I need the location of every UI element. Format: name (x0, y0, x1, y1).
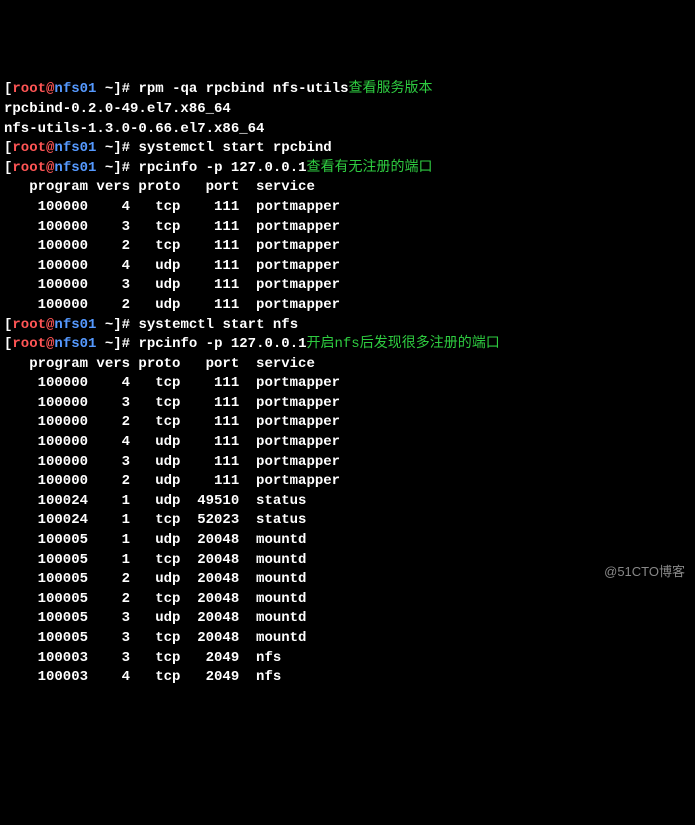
bracket-open: [ (4, 139, 12, 159)
annotation-text: 查看有无注册的端口 (307, 159, 433, 179)
rpcinfo-row: 100024 1 tcp 52023 status (4, 511, 691, 531)
rpcinfo-row: 100000 2 tcp 111 portmapper (4, 237, 691, 257)
watermark-text: @51CTO博客 (604, 563, 685, 581)
prompt-at: @ (46, 316, 54, 336)
rpcinfo-header: program vers proto port service (4, 355, 691, 375)
rpcinfo-row: 100000 4 tcp 111 portmapper (4, 374, 691, 394)
prompt-line[interactable]: [root@nfs01 ~]# rpm -qa rpcbind nfs-util… (4, 80, 691, 100)
prompt-user: root (12, 335, 46, 355)
rpcinfo-row: 100000 2 udp 111 portmapper (4, 296, 691, 316)
prompt-line[interactable]: [root@nfs01 ~]# rpcinfo -p 127.0.0.1开启nf… (4, 335, 691, 355)
bracket-open: [ (4, 80, 12, 100)
prompt-hash: # (122, 139, 139, 159)
rpcinfo-row: 100000 4 udp 111 portmapper (4, 257, 691, 277)
rpcinfo-row: 100000 4 tcp 111 portmapper (4, 198, 691, 218)
prompt-path: ~ (96, 159, 113, 179)
rpcinfo-row: 100005 3 tcp 20048 mountd (4, 629, 691, 649)
prompt-hash: # (122, 316, 139, 336)
prompt-line[interactable]: [root@nfs01 ~]# systemctl start rpcbind (4, 139, 691, 159)
prompt-path: ~ (96, 335, 113, 355)
command-text: rpm -qa rpcbind nfs-utils (138, 80, 348, 100)
rpm-output-line: nfs-utils-1.3.0-0.66.el7.x86_64 (4, 120, 691, 140)
rpcinfo-row: 100005 1 udp 20048 mountd (4, 531, 691, 551)
bracket-close: ] (113, 335, 121, 355)
command-text: rpcinfo -p 127.0.0.1 (138, 335, 306, 355)
prompt-user: root (12, 316, 46, 336)
prompt-host: nfs01 (54, 335, 96, 355)
rpm-output-line: rpcbind-0.2.0-49.el7.x86_64 (4, 100, 691, 120)
prompt-at: @ (46, 335, 54, 355)
prompt-user: root (12, 159, 46, 179)
terminal-output: [root@nfs01 ~]# rpm -qa rpcbind nfs-util… (4, 80, 691, 687)
rpcinfo-row: 100005 1 tcp 20048 mountd (4, 551, 691, 571)
prompt-at: @ (46, 80, 54, 100)
bracket-close: ] (113, 316, 121, 336)
rpcinfo-row: 100005 2 udp 20048 mountd (4, 570, 691, 590)
prompt-line[interactable]: [root@nfs01 ~]# rpcinfo -p 127.0.0.1查看有无… (4, 159, 691, 179)
prompt-user: root (12, 139, 46, 159)
bracket-open: [ (4, 159, 12, 179)
prompt-host: nfs01 (54, 139, 96, 159)
prompt-host: nfs01 (54, 80, 96, 100)
rpcinfo-header: program vers proto port service (4, 178, 691, 198)
prompt-hash: # (122, 159, 139, 179)
prompt-host: nfs01 (54, 316, 96, 336)
command-text: rpcinfo -p 127.0.0.1 (138, 159, 306, 179)
rpcinfo-row: 100003 4 tcp 2049 nfs (4, 668, 691, 688)
rpcinfo-row: 100000 3 tcp 111 portmapper (4, 218, 691, 238)
prompt-host: nfs01 (54, 159, 96, 179)
annotation-text: 查看服务版本 (349, 80, 433, 100)
bracket-close: ] (113, 159, 121, 179)
annotation-text: 开启nfs后发现很多注册的端口 (307, 335, 500, 355)
prompt-hash: # (122, 335, 139, 355)
prompt-path: ~ (96, 80, 113, 100)
prompt-at: @ (46, 159, 54, 179)
bracket-close: ] (113, 80, 121, 100)
command-text: systemctl start rpcbind (138, 139, 331, 159)
rpcinfo-row: 100003 3 tcp 2049 nfs (4, 649, 691, 669)
rpcinfo-row: 100000 2 udp 111 portmapper (4, 472, 691, 492)
rpcinfo-row: 100000 4 udp 111 portmapper (4, 433, 691, 453)
command-text: systemctl start nfs (138, 316, 298, 336)
prompt-at: @ (46, 139, 54, 159)
rpcinfo-row: 100005 3 udp 20048 mountd (4, 609, 691, 629)
prompt-path: ~ (96, 139, 113, 159)
rpcinfo-row: 100000 3 udp 111 portmapper (4, 453, 691, 473)
prompt-hash: # (122, 80, 139, 100)
bracket-open: [ (4, 335, 12, 355)
prompt-line[interactable]: [root@nfs01 ~]# systemctl start nfs (4, 316, 691, 336)
bracket-close: ] (113, 139, 121, 159)
rpcinfo-row: 100000 2 tcp 111 portmapper (4, 413, 691, 433)
rpcinfo-row: 100000 3 udp 111 portmapper (4, 276, 691, 296)
rpcinfo-row: 100024 1 udp 49510 status (4, 492, 691, 512)
rpcinfo-row: 100000 3 tcp 111 portmapper (4, 394, 691, 414)
bracket-open: [ (4, 316, 12, 336)
prompt-path: ~ (96, 316, 113, 336)
prompt-user: root (12, 80, 46, 100)
